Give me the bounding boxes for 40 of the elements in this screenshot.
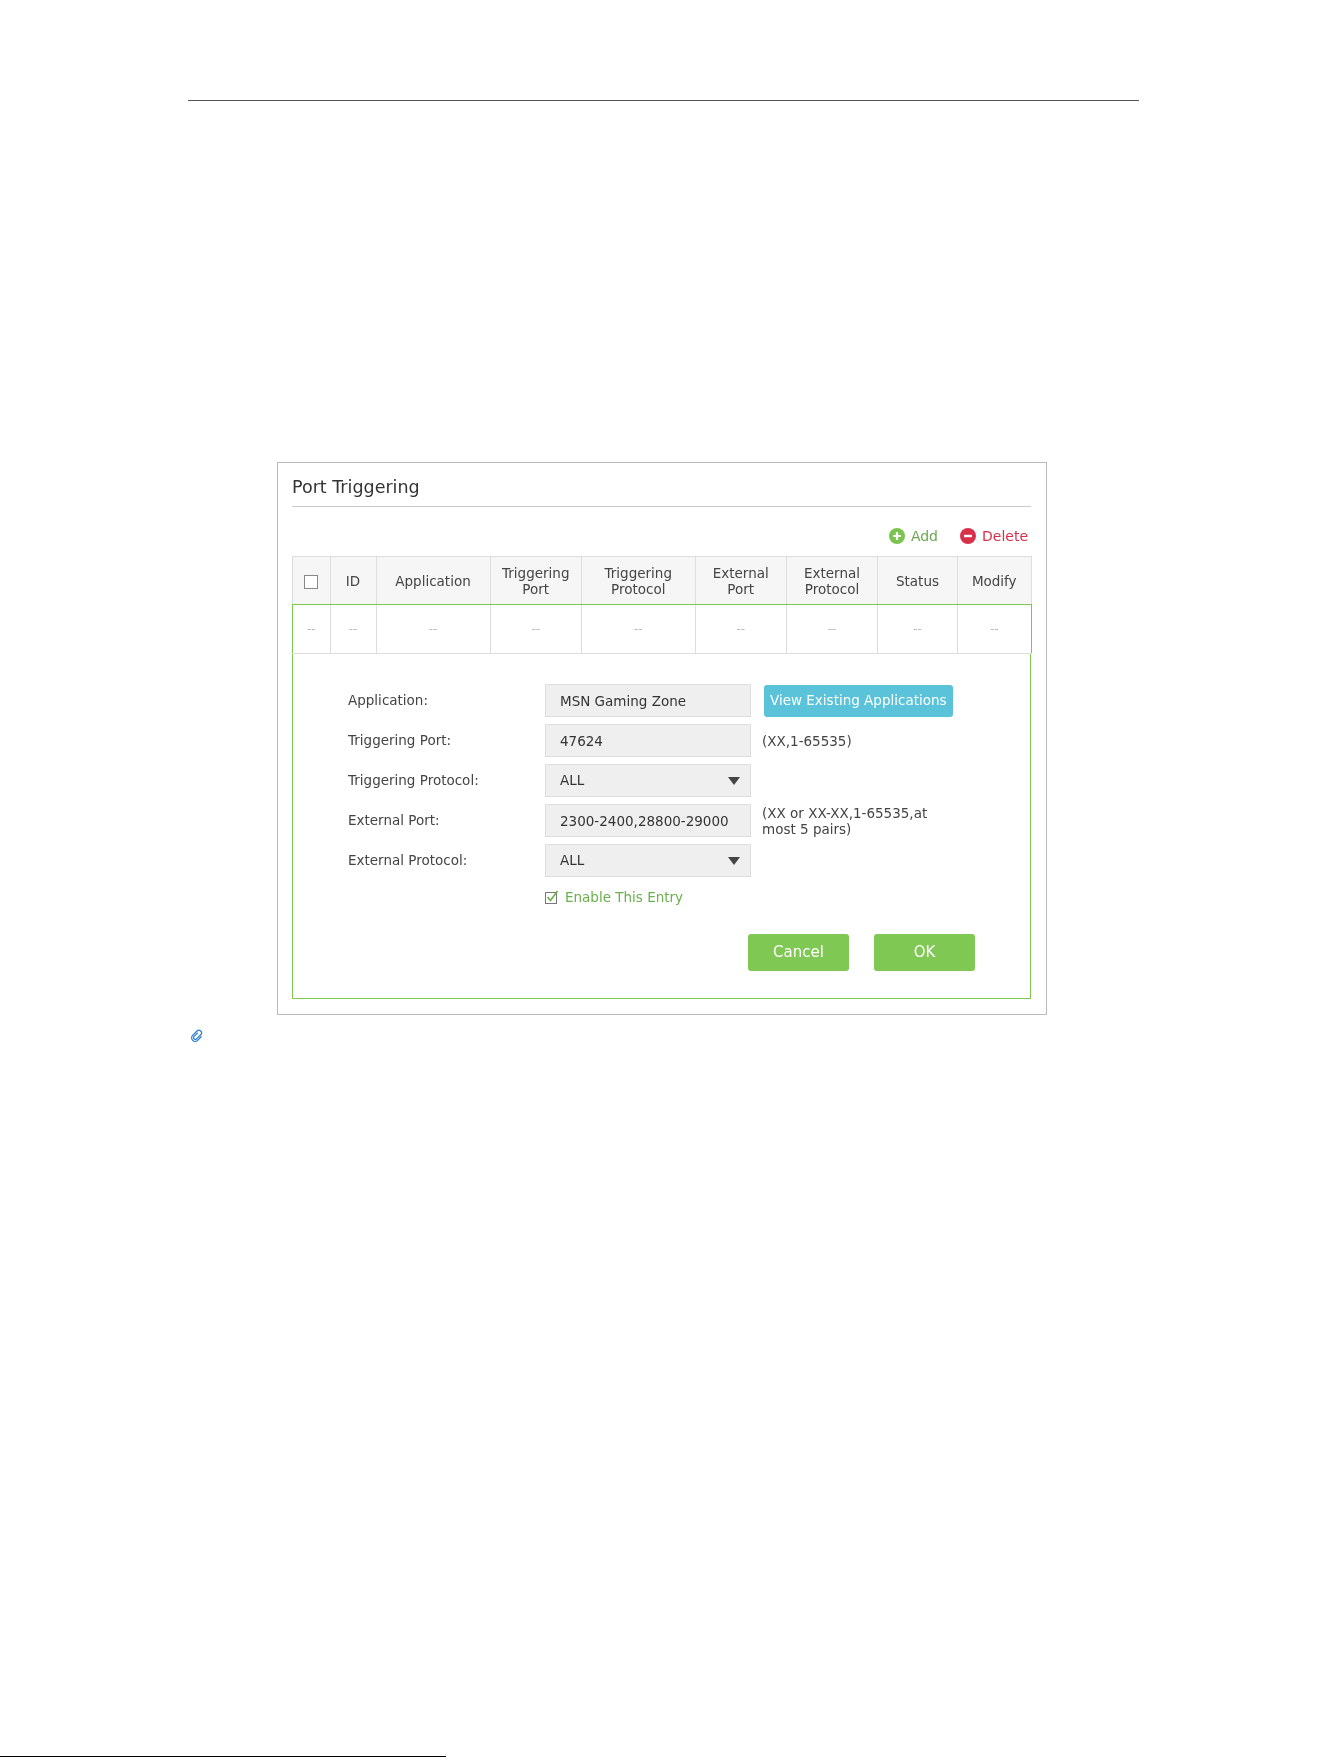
- add-button[interactable]: Add: [888, 526, 938, 546]
- column-header: Modify: [957, 556, 1031, 605]
- text-field[interactable]: MSN Gaming Zone: [545, 684, 751, 717]
- field-label: Triggering Protocol:: [348, 771, 480, 791]
- column-header: External Port: [695, 556, 787, 605]
- table-cell: --: [376, 604, 490, 654]
- field-hint: (XX,1-65535): [762, 732, 852, 749]
- field-label: External Port:: [348, 811, 441, 831]
- caret-icon: [728, 856, 740, 865]
- column-header: External Protocol: [786, 556, 878, 605]
- field-hint: (XX or XX-XX,1-65535,at most 5 pairs): [762, 804, 929, 837]
- table-cell: --: [786, 604, 878, 654]
- paperclip-icon: [189, 1029, 205, 1043]
- column-header: ID: [330, 556, 376, 605]
- field-label: Application:: [348, 691, 429, 711]
- column-header: Triggering Protocol: [581, 556, 695, 605]
- plus-circle-icon: [888, 528, 905, 544]
- checkbox[interactable]: [545, 890, 559, 904]
- column-header: Application: [376, 556, 490, 605]
- field-label: Triggering Port:: [348, 731, 453, 751]
- column-header: Status: [877, 556, 958, 605]
- table-cell: --: [877, 604, 958, 654]
- table-cell: --: [490, 604, 582, 654]
- table-cell: --: [957, 604, 1031, 654]
- checkbox-label[interactable]: Enable This Entry: [565, 886, 684, 908]
- dropdown-field[interactable]: ALL: [545, 844, 751, 877]
- text-field[interactable]: 47624: [545, 724, 751, 757]
- caret-icon: [728, 776, 740, 785]
- table-cell: --: [695, 604, 787, 654]
- table-cell: --: [330, 604, 376, 654]
- text-field[interactable]: 2300-2400,28800-29000: [545, 804, 751, 837]
- table-cell: --: [581, 604, 695, 654]
- checkbox[interactable]: [304, 574, 319, 589]
- dropdown-field[interactable]: ALL: [545, 764, 751, 797]
- field-label: External Protocol:: [348, 851, 469, 871]
- table-cell: --: [292, 604, 330, 654]
- delete-button[interactable]: Delete: [960, 526, 1028, 546]
- panel-title: Port Triggering: [292, 477, 420, 497]
- minus-circle-icon: [960, 528, 976, 544]
- column-header: Triggering Port: [490, 556, 582, 605]
